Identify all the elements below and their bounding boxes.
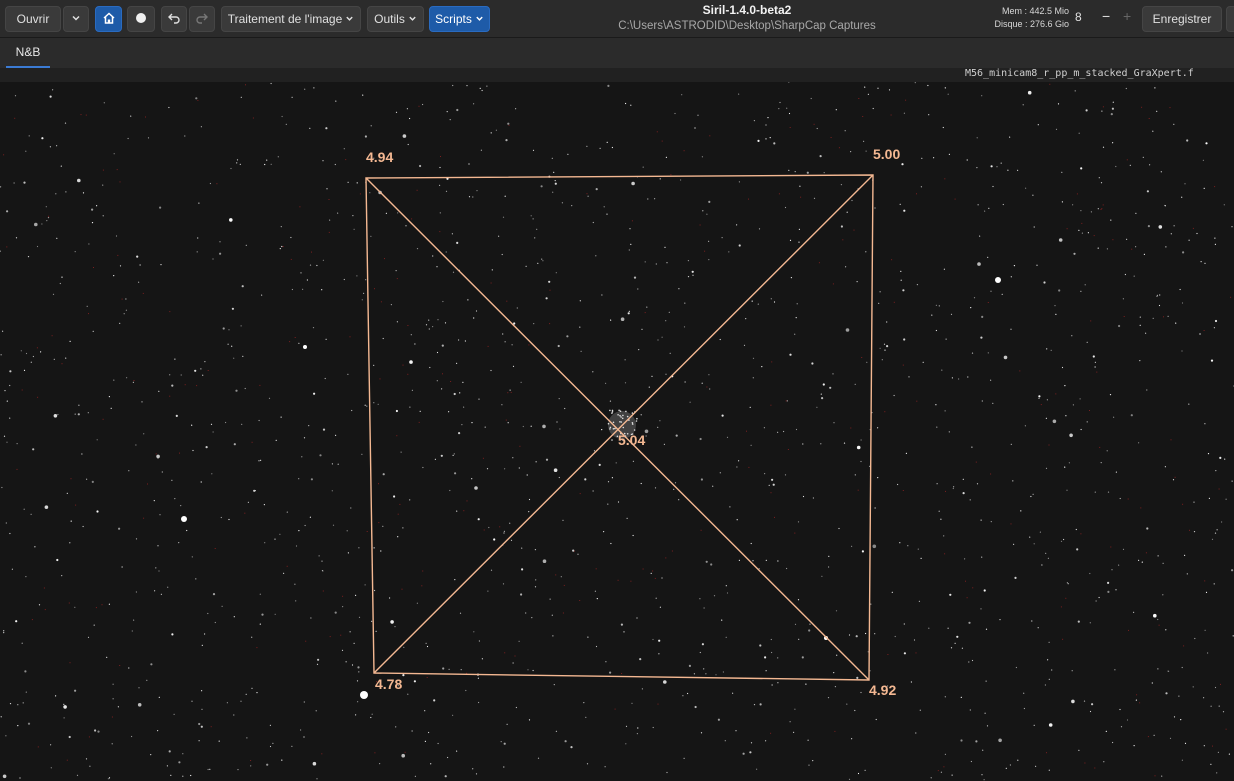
- image-viewer[interactable]: 4.94 5.00 5.04 4.78 4.92: [0, 82, 1234, 781]
- fwhm-top-left-label: 4.94: [366, 149, 393, 165]
- image-filename: M56_minicam8_r_pp_m_stacked_GraXpert.f: [965, 68, 1194, 79]
- tools-menu-button[interactable]: Outils: [367, 6, 424, 32]
- chevron-down-icon: [475, 14, 484, 25]
- disk-space: Disque : 276.6 Gio: [994, 19, 1069, 29]
- undo-button[interactable]: [161, 6, 187, 32]
- chevron-down-icon: [71, 12, 81, 26]
- chevron-down-icon: [345, 14, 354, 25]
- image-processing-menu-button[interactable]: Traitement de l'image: [221, 6, 361, 32]
- fwhm-center-label: 5.04: [618, 432, 645, 448]
- tab-mono-label: N&B: [15, 45, 41, 59]
- chevron-down-icon: [408, 14, 417, 25]
- thread-decrease-button[interactable]: −: [1102, 8, 1110, 24]
- save-button[interactable]: Enregistrer: [1142, 6, 1222, 32]
- image-filename-bar: M56_minicam8_r_pp_m_stacked_GraXpert.f: [0, 68, 1234, 82]
- image-processing-label: Traitement de l'image: [227, 12, 343, 26]
- thread-count-value[interactable]: 8: [1075, 10, 1082, 24]
- diagonal-line: [373, 174, 874, 674]
- record-icon: [135, 12, 147, 27]
- memory-usage: Mem : 442.5 Mio: [1001, 6, 1069, 16]
- fwhm-bottom-right-label: 4.92: [869, 682, 896, 698]
- tools-label: Outils: [374, 12, 405, 26]
- scripts-label: Scripts: [435, 12, 472, 26]
- save-options-button[interactable]: [1226, 6, 1234, 32]
- tilt-analysis-overlay: 4.94 5.00 5.04 4.78 4.92: [365, 146, 900, 698]
- open-button[interactable]: Ouvrir: [5, 6, 61, 32]
- recent-files-dropdown-button[interactable]: [63, 6, 89, 32]
- redo-button[interactable]: [189, 6, 215, 32]
- fwhm-bottom-left-label: 4.78: [375, 676, 402, 692]
- undo-icon: [167, 12, 181, 27]
- window-title-block: Siril-1.4.0-beta2 C:\Users\ASTRODID\Desk…: [540, 3, 954, 32]
- thread-increase-button[interactable]: +: [1123, 8, 1131, 24]
- open-button-label: Ouvrir: [16, 12, 50, 26]
- working-directory: C:\Users\ASTRODID\Desktop\SharpCap Captu…: [618, 20, 876, 32]
- channel-tab-bar: N&B: [0, 38, 1234, 68]
- scripts-menu-button[interactable]: Scripts: [429, 6, 490, 32]
- header-bar: Ouvrir Traitement de l'image Outils Scri…: [0, 0, 1234, 38]
- home-button[interactable]: [95, 6, 122, 32]
- resource-info: Mem : 442.5 Mio Disque : 276.6 Gio: [985, 5, 1069, 31]
- livestack-button[interactable]: [127, 6, 155, 32]
- tab-mono-channel[interactable]: N&B: [6, 38, 50, 68]
- home-icon: [102, 11, 116, 28]
- save-button-label: Enregistrer: [1152, 12, 1212, 26]
- fwhm-top-right-label: 5.00: [873, 146, 900, 162]
- window-title: Siril-1.4.0-beta2: [702, 3, 792, 17]
- redo-icon: [195, 12, 209, 27]
